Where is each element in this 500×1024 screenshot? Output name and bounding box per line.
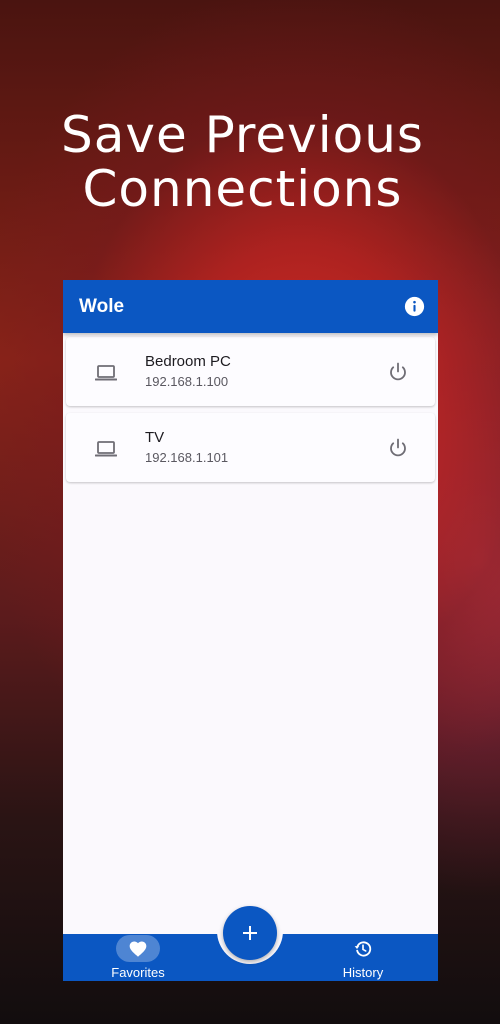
- promo-headline: Save Previous Connections: [0, 108, 485, 216]
- power-icon[interactable]: [386, 360, 410, 384]
- device-list: Bedroom PC 192.168.1.100 TV 192.168.1.10…: [66, 337, 435, 489]
- nav-label-favorites: Favorites: [111, 965, 165, 980]
- laptop-icon: [94, 437, 118, 461]
- nav-label-history: History: [342, 965, 384, 980]
- nav-item-history[interactable]: History: [313, 934, 413, 981]
- nav-item-favorites[interactable]: Favorites: [88, 934, 188, 981]
- info-icon[interactable]: [404, 296, 425, 317]
- device-ip: 192.168.1.100: [145, 374, 229, 389]
- headline-line-2: Connections: [82, 160, 403, 218]
- laptop-icon: [94, 361, 118, 385]
- device-card-tv[interactable]: TV 192.168.1.101: [66, 413, 435, 482]
- headline-line-1: Save Previous: [61, 106, 424, 164]
- heart-icon: [128, 939, 148, 959]
- plus-icon: [243, 926, 257, 940]
- add-device-button[interactable]: [223, 906, 277, 960]
- power-icon[interactable]: [386, 436, 410, 460]
- device-ip: 192.168.1.101: [145, 450, 229, 465]
- device-name: TV: [145, 429, 165, 446]
- top-app-bar: Wole: [63, 280, 438, 333]
- app-title: Wole: [79, 296, 125, 317]
- app-screen: Wole Bedroom PC 192.168.1.100 TV 192.168…: [63, 280, 438, 981]
- device-name: Bedroom PC: [145, 353, 231, 370]
- device-card-bedroom-pc[interactable]: Bedroom PC 192.168.1.100: [66, 337, 435, 406]
- history-icon: [353, 939, 373, 959]
